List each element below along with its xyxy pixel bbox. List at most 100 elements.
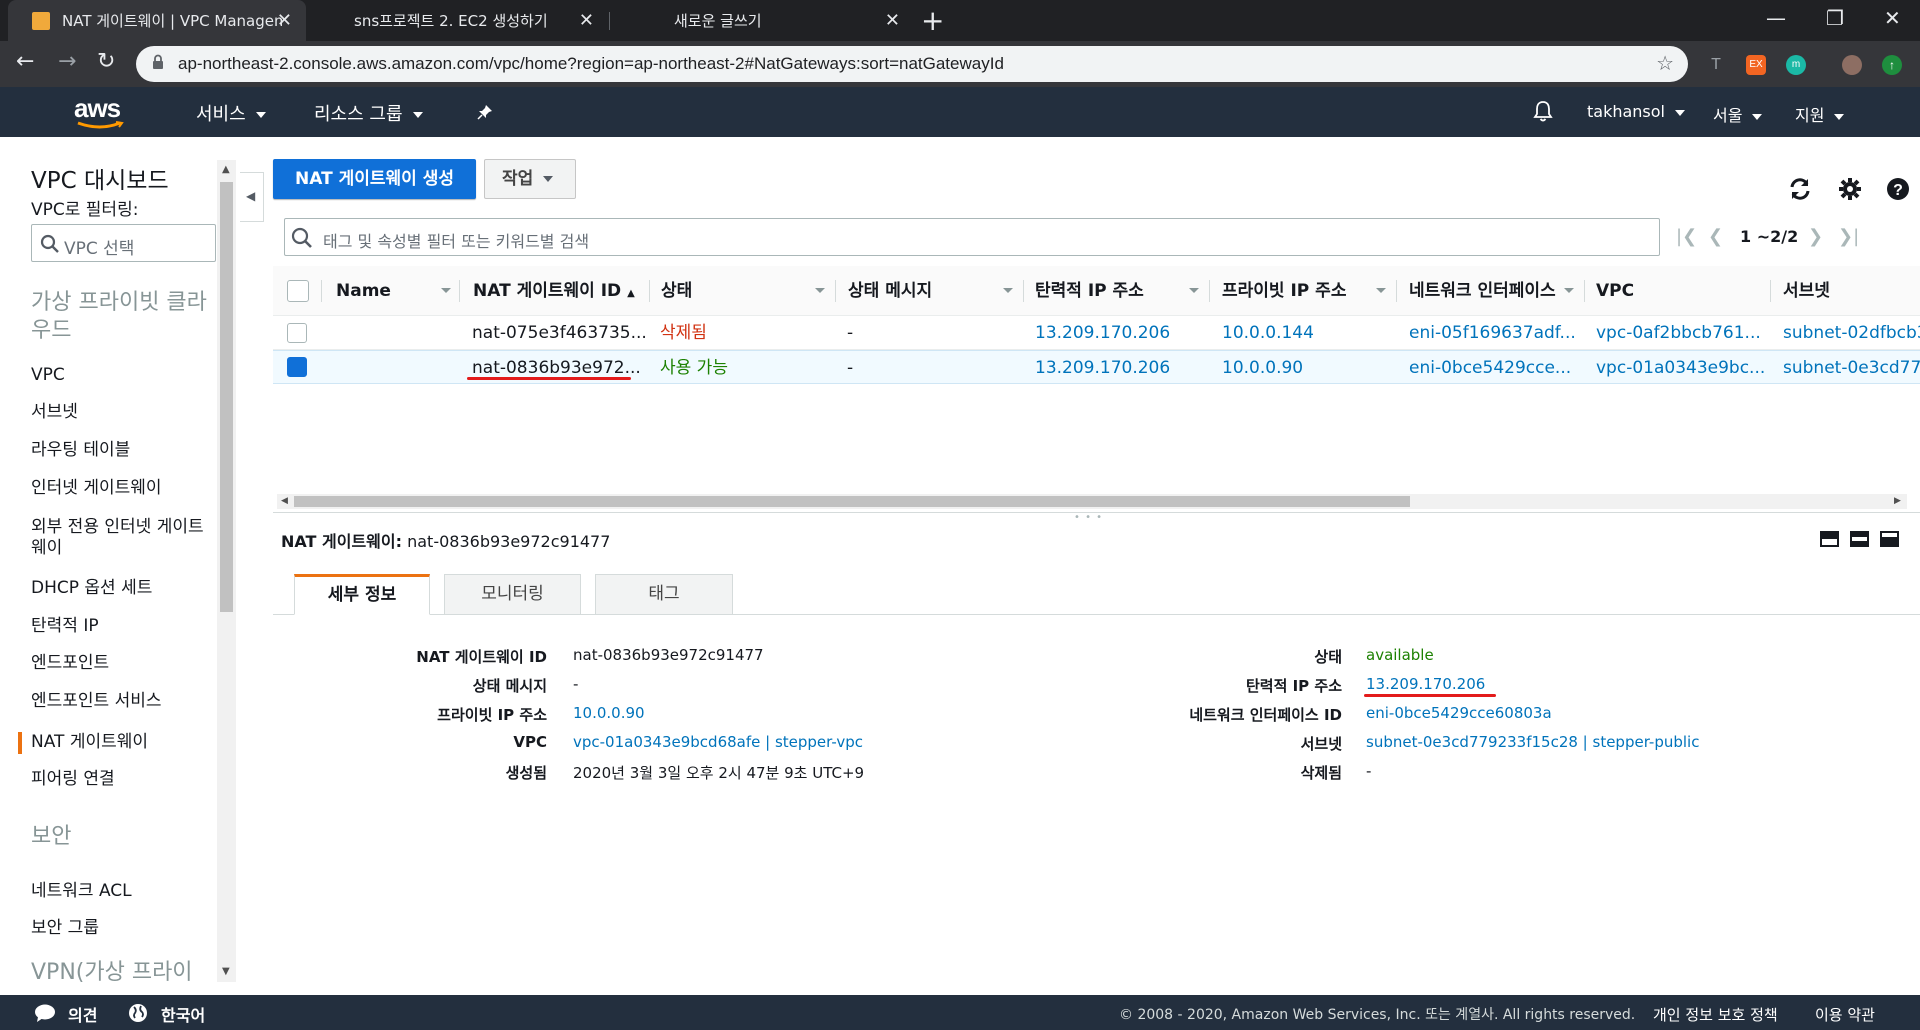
browser-tab-vpc[interactable]: NAT 게이트웨이 | VPC Managem ✕ [8, 0, 306, 41]
address-bar[interactable]: ap-northeast-2.console.aws.amazon.com/vp… [136, 46, 1688, 82]
column-header-network-interface[interactable]: 네트워크 인터페이스 [1409, 266, 1569, 316]
scroll-right-icon[interactable]: ▶ [1894, 494, 1901, 509]
back-icon[interactable]: ← [16, 49, 34, 74]
last-page-icon[interactable]: ❯| [1838, 226, 1859, 247]
cell-elastic-ip[interactable]: 13.209.170.206 [1035, 316, 1170, 350]
maximize-icon[interactable]: ❐ [1826, 6, 1844, 30]
minimize-icon[interactable]: — [1766, 6, 1786, 30]
sidebar-item-endpoint-services[interactable]: 엔드포인트 서비스 [31, 691, 211, 712]
close-icon[interactable]: ✕ [277, 10, 292, 31]
browser-tab-sns[interactable]: sns프로젝트 2. EC2 생성하기 ✕ [310, 0, 608, 41]
help-icon[interactable]: ? [1885, 176, 1911, 202]
actions-dropdown-button[interactable]: 작업 [484, 159, 576, 199]
field-value-network-interface[interactable]: eni-0bce5429cce60803a [1366, 704, 1552, 722]
sidebar-item-subnets[interactable]: 서브넷 [31, 402, 211, 423]
sidebar-scrollbar[interactable]: ▲ ▼ [217, 160, 236, 982]
update-arrow-icon[interactable]: ↑ [1882, 55, 1902, 75]
sidebar-collapse-toggle[interactable]: ◀ [240, 172, 264, 222]
sidebar-item-nat-gateways[interactable]: NAT 게이트웨이 [31, 732, 211, 753]
settings-gear-icon[interactable] [1837, 176, 1863, 202]
profile-avatar-icon[interactable] [1842, 55, 1862, 75]
resource-groups-menu[interactable]: 리소스 그룹 [314, 100, 423, 126]
sidebar-item-internet-gateways[interactable]: 인터넷 게이트웨이 [31, 478, 211, 499]
column-header-nat-id[interactable]: NAT 게이트웨이 ID ▲ [473, 266, 635, 316]
tab-monitoring[interactable]: 모니터링 [444, 574, 581, 615]
cell-vpc[interactable]: vpc-0af2bbcb761... [1596, 316, 1761, 350]
sidebar-item-elastic-ip[interactable]: 탄력적 IP [31, 616, 211, 637]
feedback-link[interactable]: 의견 [68, 1002, 97, 1026]
extension-t-icon[interactable]: T [1706, 55, 1726, 75]
close-icon[interactable]: ✕ [579, 10, 594, 31]
filter-caret-icon[interactable] [1003, 288, 1013, 293]
column-header-subnet[interactable]: 서브넷 [1783, 266, 1830, 316]
filter-caret-icon[interactable] [1564, 288, 1574, 293]
notification-bell-icon[interactable] [1533, 100, 1553, 122]
field-value-subnet[interactable]: subnet-0e3cd779233f15c28 | stepper-publi… [1366, 733, 1699, 751]
sidebar-item-peering[interactable]: 피어링 연결 [31, 769, 211, 790]
services-menu[interactable]: 서비스 [196, 100, 266, 126]
row-checkbox[interactable] [287, 357, 307, 377]
scrollbar-thumb[interactable] [220, 182, 233, 612]
filter-caret-icon[interactable] [1376, 288, 1386, 293]
cell-network-interface[interactable]: eni-0bce5429cce... [1409, 351, 1571, 385]
tab-details[interactable]: 세부 정보 [294, 574, 430, 615]
scrollbar-thumb[interactable] [294, 496, 1410, 507]
filter-caret-icon[interactable] [815, 288, 825, 293]
sidebar-item-endpoints[interactable]: 엔드포인트 [31, 653, 211, 674]
scroll-left-icon[interactable]: ◀ [281, 494, 288, 509]
field-value-private-ip[interactable]: 10.0.0.90 [573, 704, 645, 722]
pane-bottom-icon[interactable] [1820, 531, 1839, 547]
column-header-name[interactable]: Name [336, 266, 391, 316]
terms-link[interactable]: 이용 약관 [1815, 1004, 1875, 1025]
create-nat-gateway-button[interactable]: NAT 게이트웨이 생성 [273, 159, 476, 199]
column-header-state-message[interactable]: 상태 메시지 [848, 266, 932, 316]
field-value-elastic-ip[interactable]: 13.209.170.206 [1366, 675, 1485, 693]
support-menu[interactable]: 지원 [1795, 102, 1845, 126]
refresh-icon[interactable] [1787, 176, 1813, 202]
aws-logo[interactable]: aws [74, 93, 121, 124]
privacy-policy-link[interactable]: 개인 정보 보호 정책 [1653, 1004, 1778, 1025]
cell-private-ip[interactable]: 10.0.0.144 [1222, 316, 1314, 350]
table-row[interactable]: nat-075e3f463735... 삭제됨 - 13.209.170.206… [273, 316, 1920, 350]
language-selector[interactable]: 한국어 [161, 1002, 205, 1026]
vpc-filter-select[interactable]: VPC 선택 [31, 224, 216, 262]
bookmark-star-icon[interactable]: ☆ [1656, 51, 1674, 75]
scroll-up-icon[interactable]: ▲ [222, 164, 230, 175]
cell-subnet[interactable]: subnet-02dfbcb3 [1783, 316, 1920, 350]
new-tab-icon[interactable]: + [921, 4, 944, 37]
sidebar-item-route-tables[interactable]: 라우팅 테이블 [31, 440, 211, 461]
cell-subnet[interactable]: subnet-0e3cd779 [1783, 351, 1920, 385]
filter-caret-icon[interactable] [1189, 288, 1199, 293]
sidebar-item-vpc[interactable]: VPC [31, 365, 211, 386]
forward-icon[interactable]: → [58, 49, 76, 74]
row-checkbox[interactable] [287, 323, 307, 343]
cell-vpc[interactable]: vpc-01a0343e9bc... [1596, 351, 1765, 385]
tab-tags[interactable]: 태그 [595, 574, 733, 615]
sidebar-item-security-groups[interactable]: 보안 그룹 [31, 918, 211, 939]
prev-page-icon[interactable]: ❮ [1708, 226, 1723, 247]
reload-icon[interactable]: ↻ [97, 49, 115, 74]
sidebar-item-dhcp-options[interactable]: DHCP 옵션 세트 [31, 578, 211, 599]
table-horizontal-scrollbar[interactable]: ◀ ▶ [277, 494, 1907, 509]
cell-elastic-ip[interactable]: 13.209.170.206 [1035, 351, 1170, 385]
cell-network-interface[interactable]: eni-05f169637adf... [1409, 316, 1576, 350]
window-close-icon[interactable]: ✕ [1884, 6, 1901, 30]
sidebar-title[interactable]: VPC 대시보드 [31, 161, 169, 195]
field-value-vpc[interactable]: vpc-01a0343e9bcd68afe | stepper-vpc [573, 733, 863, 751]
sidebar-item-network-acl[interactable]: 네트워크 ACL [31, 881, 211, 902]
resize-grip-icon[interactable]: • • • [1074, 512, 1103, 523]
scroll-down-icon[interactable]: ▼ [222, 966, 230, 977]
column-header-vpc[interactable]: VPC [1596, 266, 1634, 316]
column-header-elastic-ip[interactable]: 탄력적 IP 주소 [1035, 266, 1144, 316]
extension-m-icon[interactable]: m [1786, 55, 1806, 75]
column-header-state[interactable]: 상태 [661, 266, 692, 316]
filter-caret-icon[interactable] [441, 288, 451, 293]
pane-top-icon[interactable] [1880, 531, 1899, 547]
user-menu[interactable]: takhansol [1587, 102, 1685, 121]
first-page-icon[interactable]: |❮ [1676, 226, 1697, 247]
region-menu[interactable]: 서울 [1713, 102, 1763, 126]
search-filter-input[interactable]: 태그 및 속성별 필터 또는 키워드별 검색 [284, 218, 1660, 256]
cell-private-ip[interactable]: 10.0.0.90 [1222, 351, 1303, 385]
extension-ex-icon[interactable]: EX [1746, 55, 1766, 75]
pin-icon[interactable] [477, 104, 493, 120]
